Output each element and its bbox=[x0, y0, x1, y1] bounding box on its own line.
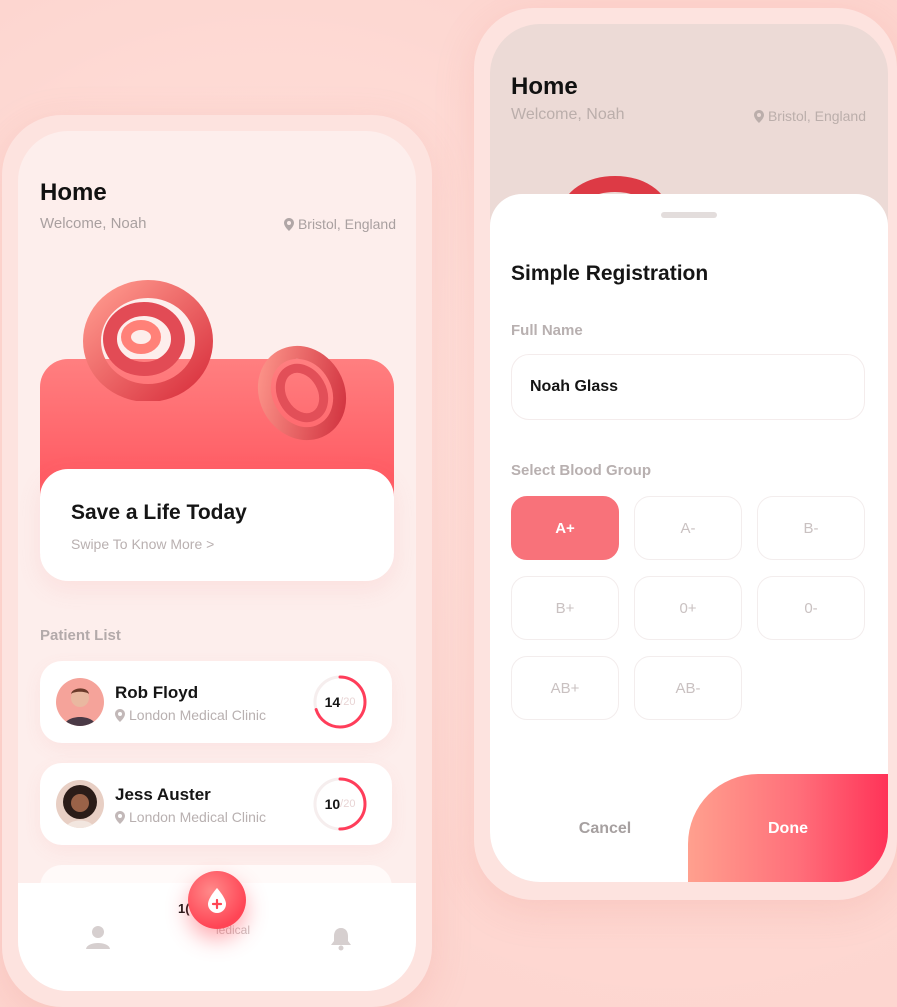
location-pin-icon bbox=[753, 109, 764, 123]
patient-list-heading: Patient List bbox=[40, 627, 121, 644]
location-text: Bristol, England bbox=[767, 108, 866, 124]
patient-card[interactable]: Rob Floyd London Medical Clinic 14/20 bbox=[40, 661, 392, 743]
spiral-decoration-small-icon bbox=[257, 345, 347, 441]
avatar bbox=[56, 780, 104, 828]
clinic-text: London Medical Clinic bbox=[129, 809, 266, 825]
blood-group-a-positive[interactable]: A+ bbox=[511, 496, 619, 560]
save-life-card[interactable]: Save a Life Today Swipe To Know More > bbox=[40, 469, 394, 581]
count-value: 14 bbox=[324, 694, 341, 710]
welcome-text: Welcome, Noah bbox=[511, 106, 625, 123]
blood-group-ab-positive[interactable]: AB+ bbox=[511, 656, 619, 720]
blood-group-b-negative[interactable]: B- bbox=[757, 496, 865, 560]
page-title: Home bbox=[511, 73, 578, 100]
blood-drop-icon bbox=[208, 888, 226, 913]
registration-sheet: Simple Registration Full Name Noah Glass… bbox=[490, 194, 888, 882]
bell-icon[interactable] bbox=[328, 926, 354, 952]
progress-count: 14/20 bbox=[312, 674, 368, 730]
location-pin-icon bbox=[115, 708, 125, 722]
location[interactable]: Bristol, England bbox=[283, 216, 396, 232]
location-pin-icon bbox=[115, 810, 125, 824]
full-name-label: Full Name bbox=[511, 322, 583, 339]
count-total: /20 bbox=[340, 696, 356, 708]
patient-card[interactable]: Jess Auster London Medical Clinic 10/20 bbox=[40, 763, 392, 845]
swipe-more-link[interactable]: Swipe To Know More > bbox=[71, 536, 214, 552]
profile-icon[interactable] bbox=[84, 924, 112, 950]
welcome-text: Welcome, Noah bbox=[40, 215, 147, 232]
location-text: Bristol, England bbox=[297, 216, 396, 232]
card-title: Save a Life Today bbox=[71, 501, 247, 524]
page-title: Home bbox=[40, 179, 107, 206]
blood-group-ab-negative[interactable]: AB- bbox=[634, 656, 742, 720]
progress-count: 10/20 bbox=[312, 776, 368, 832]
patient-clinic: London Medical Clinic bbox=[115, 707, 266, 723]
blood-group-b-positive[interactable]: B+ bbox=[511, 576, 619, 640]
home-screen: Home Welcome, Noah Bristol, England Save… bbox=[18, 131, 416, 991]
sheet-title: Simple Registration bbox=[511, 262, 709, 285]
patient-name: Rob Floyd bbox=[115, 683, 199, 702]
blood-drop-button[interactable] bbox=[188, 871, 246, 929]
blood-group-0-positive[interactable]: 0+ bbox=[634, 576, 742, 640]
full-name-field[interactable]: Noah Glass bbox=[511, 354, 865, 420]
spiral-decoration-icon bbox=[83, 280, 213, 401]
registration-screen: Home Welcome, Noah Bristol, England Simp… bbox=[490, 24, 888, 882]
clinic-text: London Medical Clinic bbox=[129, 707, 266, 723]
blood-group-a-negative[interactable]: A- bbox=[634, 496, 742, 560]
patient-clinic: London Medical Clinic bbox=[115, 809, 266, 825]
patient-name: Jess Auster bbox=[115, 785, 211, 804]
location[interactable]: Bristol, England bbox=[753, 108, 866, 124]
cancel-button[interactable]: Cancel bbox=[550, 814, 660, 844]
avatar bbox=[56, 678, 104, 726]
sheet-drag-handle[interactable] bbox=[661, 212, 717, 218]
done-button[interactable]: Done bbox=[688, 774, 888, 882]
blood-group-0-negative[interactable]: 0- bbox=[757, 576, 865, 640]
count-total: /20 bbox=[340, 798, 356, 810]
blood-group-label: Select Blood Group bbox=[511, 462, 652, 479]
count-value: 10 bbox=[324, 796, 341, 812]
location-pin-icon bbox=[283, 217, 294, 231]
